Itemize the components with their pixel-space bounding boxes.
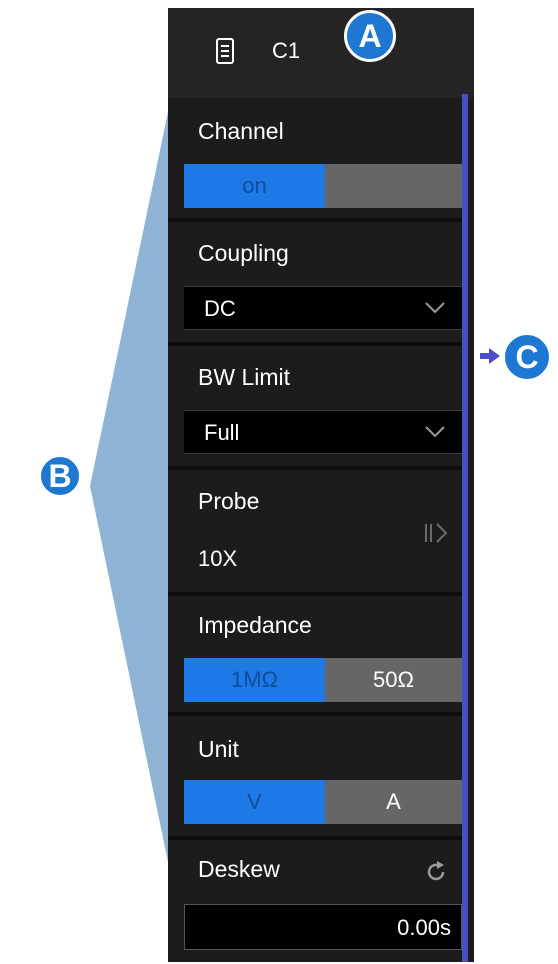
callout-a-badge: A [344,10,396,62]
channel-label: Channel [198,118,284,144]
bw-limit-label: BW Limit [198,364,290,390]
callout-b-badge: B [38,454,82,498]
probe-value[interactable]: 10X [198,546,237,572]
scrollbar[interactable] [462,94,468,962]
impedance-option-50ohm[interactable]: 50Ω [325,658,462,702]
unit-label: Unit [198,736,239,762]
impedance-toggle[interactable]: 1MΩ 50Ω [184,658,462,702]
deskew-label: Deskew [198,856,280,882]
divider [168,712,464,716]
deskew-value: 0.00s [397,915,451,940]
divider [168,836,464,840]
coupling-label: Coupling [198,240,289,266]
divider [168,342,464,346]
divider [168,218,464,222]
coupling-dropdown[interactable]: DC [184,286,462,330]
divider [168,592,464,596]
unit-toggle[interactable]: V A [184,780,462,824]
channel-on-option[interactable]: on [184,164,325,208]
callout-c-arrow-icon [478,346,502,371]
chevron-down-icon [424,425,446,444]
unit-option-a[interactable]: A [325,780,462,824]
reset-icon[interactable] [424,860,448,889]
unit-option-v[interactable]: V [184,780,325,824]
callout-c-badge: C [502,332,552,382]
document-icon[interactable] [216,38,234,69]
channel-title: C1 [272,38,301,63]
channel-settings-panel: C1 A Channel on Coupling DC BW Limit Ful… [168,8,474,962]
coupling-value: DC [204,296,236,321]
chevron-down-icon [424,301,446,320]
divider [168,466,464,470]
panel-header: C1 [168,8,474,98]
probe-arrow-icon[interactable] [422,518,452,553]
probe-label: Probe [198,488,260,514]
impedance-label: Impedance [198,612,312,638]
impedance-option-1mohm[interactable]: 1MΩ [184,658,325,702]
bw-limit-value: Full [204,420,240,445]
channel-off-option[interactable] [325,164,462,208]
channel-toggle[interactable]: on [184,164,462,208]
deskew-input[interactable]: 0.00s [184,904,462,950]
bw-limit-dropdown[interactable]: Full [184,410,462,454]
